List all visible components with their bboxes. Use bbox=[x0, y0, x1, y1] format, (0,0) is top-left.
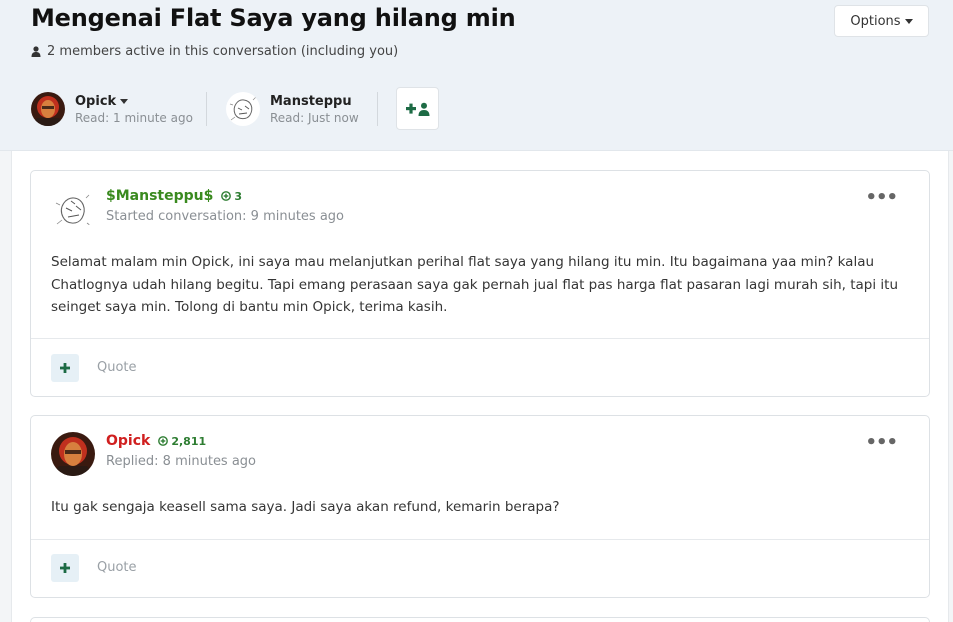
reputation-icon bbox=[221, 191, 232, 201]
divider bbox=[377, 92, 378, 126]
page-title: Mengenai Flat Saya yang hilang min bbox=[31, 4, 516, 32]
author-name[interactable]: Opick bbox=[106, 433, 150, 449]
divider bbox=[31, 539, 929, 540]
add-user-icon bbox=[405, 102, 429, 116]
message-body: Selamat malam min Opick, ini saya mau me… bbox=[51, 254, 899, 315]
message-card: $Mansteppu$ 3 Started conversation: 9 mi… bbox=[30, 170, 930, 397]
author-name[interactable]: $Mansteppu$ bbox=[106, 188, 213, 204]
avatar[interactable] bbox=[31, 92, 65, 126]
reaction-button[interactable] bbox=[51, 554, 79, 582]
member-mansteppu[interactable]: Mansteppu Read: Just now bbox=[226, 92, 359, 126]
caret-down-icon[interactable] bbox=[120, 98, 129, 104]
message-timestamp: Replied: 8 minutes ago bbox=[106, 454, 257, 469]
reputation-badge: 2,811 bbox=[158, 435, 206, 448]
avatar[interactable] bbox=[226, 92, 260, 126]
conversation-header: Mengenai Flat Saya yang hilang min Optio… bbox=[0, 0, 953, 151]
options-label: Options bbox=[850, 13, 901, 29]
member-opick[interactable]: Opick Read: 1 minute ago bbox=[31, 92, 193, 126]
user-icon bbox=[31, 46, 41, 57]
avatar[interactable] bbox=[51, 188, 95, 232]
plus-icon bbox=[60, 363, 70, 373]
caret-down-icon bbox=[904, 18, 913, 24]
options-button[interactable]: Options bbox=[834, 5, 929, 37]
invite-member-button[interactable] bbox=[396, 87, 439, 130]
active-members-text: 2 members active in this conversation (i… bbox=[47, 44, 399, 59]
more-options-icon[interactable]: ••• bbox=[865, 187, 898, 208]
member-read-status: Read: Just now bbox=[270, 110, 359, 125]
quote-button[interactable]: Quote bbox=[97, 560, 137, 575]
reputation-badge: 3 bbox=[221, 190, 242, 203]
member-name[interactable]: Mansteppu bbox=[270, 94, 359, 109]
divider bbox=[206, 92, 207, 126]
active-members-line: 2 members active in this conversation (i… bbox=[31, 44, 398, 59]
reputation-icon bbox=[158, 436, 169, 446]
member-name[interactable]: Opick bbox=[75, 94, 116, 109]
divider bbox=[31, 338, 929, 339]
message-timestamp: Started conversation: 9 minutes ago bbox=[106, 209, 344, 224]
avatar[interactable] bbox=[51, 432, 95, 476]
reputation-count: 3 bbox=[234, 189, 243, 203]
message-body: Itu gak sengaja keasell sama saya. Jadi … bbox=[51, 499, 560, 515]
plus-icon bbox=[60, 563, 70, 573]
more-options-icon[interactable]: ••• bbox=[865, 432, 898, 453]
message-card bbox=[30, 617, 930, 622]
reaction-button[interactable] bbox=[51, 354, 79, 382]
reputation-count: 2,811 bbox=[171, 434, 207, 448]
quote-button[interactable]: Quote bbox=[97, 360, 137, 375]
member-read-status: Read: 1 minute ago bbox=[75, 110, 193, 125]
message-card: Opick 2,811 Replied: 8 minutes ago ••• I… bbox=[30, 415, 930, 598]
